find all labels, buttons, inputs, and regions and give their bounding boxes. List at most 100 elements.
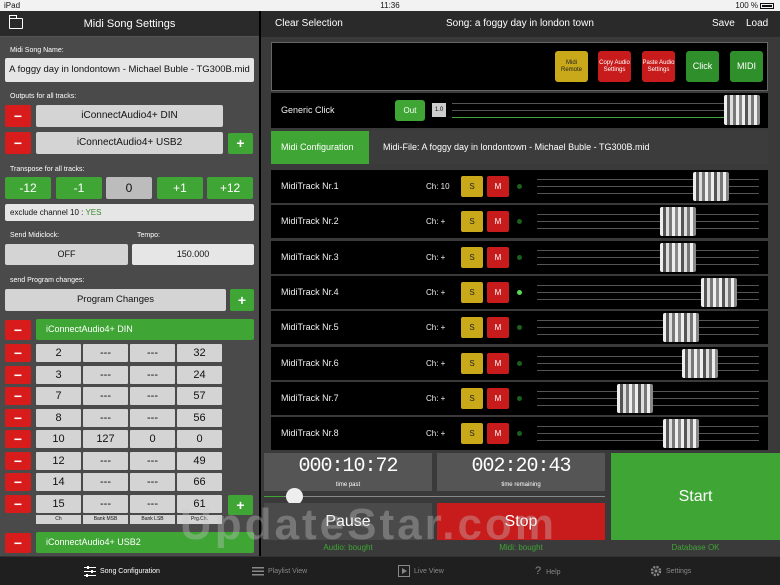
- solo-button[interactable]: S: [461, 246, 483, 268]
- track-volume-slider[interactable]: [537, 242, 759, 272]
- track-volume-thumb[interactable]: [693, 172, 729, 201]
- remove-program-row-button[interactable]: −: [5, 408, 31, 427]
- track-channel[interactable]: Ch: +: [426, 347, 445, 380]
- program-cell[interactable]: 15: [36, 494, 81, 513]
- solo-button[interactable]: S: [461, 176, 483, 197]
- program-cell[interactable]: ---: [83, 408, 128, 427]
- paste-audio-settings-button[interactable]: Paste Audio Settings: [642, 51, 675, 82]
- tab-live-view[interactable]: Live View: [398, 557, 444, 585]
- mute-button[interactable]: M: [487, 211, 509, 233]
- program-cell[interactable]: ---: [83, 473, 128, 491]
- program-cell[interactable]: 3: [36, 365, 81, 384]
- remove-program-row-button[interactable]: −: [5, 451, 31, 470]
- add-output-button[interactable]: +: [228, 133, 253, 154]
- mute-button[interactable]: M: [487, 246, 509, 268]
- tempo-input[interactable]: 150.000: [132, 244, 254, 265]
- device-din[interactable]: iConnectAudio4+ DIN: [36, 319, 254, 340]
- remove-output-button-2[interactable]: −: [5, 132, 31, 154]
- mute-button[interactable]: M: [487, 317, 509, 339]
- mute-button[interactable]: M: [487, 387, 509, 409]
- click-out-button[interactable]: Out: [395, 100, 425, 121]
- program-cell[interactable]: 24: [177, 365, 222, 384]
- program-cell[interactable]: 14: [36, 473, 81, 491]
- solo-button[interactable]: S: [461, 387, 483, 409]
- solo-button[interactable]: S: [461, 211, 483, 233]
- track-channel[interactable]: Ch: +: [426, 382, 445, 415]
- track-channel[interactable]: Ch: 10: [426, 170, 450, 203]
- program-cell[interactable]: 49: [177, 451, 222, 470]
- program-changes-button[interactable]: Program Changes: [5, 289, 226, 311]
- transpose-plus1[interactable]: +1: [157, 177, 203, 199]
- track-channel[interactable]: Ch: +: [426, 311, 445, 344]
- track-volume-slider[interactable]: [537, 419, 759, 449]
- remove-program-row-button[interactable]: −: [5, 387, 31, 405]
- transpose-plus12[interactable]: +12: [207, 177, 253, 199]
- program-cell[interactable]: 66: [177, 473, 222, 491]
- remove-output-button[interactable]: −: [5, 105, 31, 127]
- program-cell[interactable]: ---: [83, 451, 128, 470]
- program-cell[interactable]: 32: [177, 344, 222, 362]
- track-volume-thumb[interactable]: [663, 313, 699, 343]
- click-volume-slider[interactable]: [452, 95, 760, 125]
- exclude-channel-field[interactable]: exclude channel 10 : YES: [5, 204, 254, 221]
- track-volume-slider[interactable]: [537, 172, 759, 201]
- midi-button[interactable]: MIDI: [730, 51, 763, 82]
- midi-remote-button[interactable]: Midi Remote: [555, 51, 588, 82]
- mute-button[interactable]: M: [487, 352, 509, 374]
- track-volume-slider[interactable]: [537, 383, 759, 413]
- tab-playlist-view[interactable]: Playlist View: [252, 557, 307, 585]
- transpose-zero[interactable]: 0: [106, 177, 152, 199]
- program-cell[interactable]: ---: [83, 344, 128, 362]
- program-cell[interactable]: 0: [177, 430, 222, 448]
- add-program-change-button[interactable]: +: [230, 289, 254, 311]
- track-volume-thumb[interactable]: [682, 348, 718, 378]
- remove-program-row-button[interactable]: −: [5, 473, 31, 491]
- start-button[interactable]: Start: [611, 453, 780, 540]
- remove-device-button-2[interactable]: −: [5, 533, 31, 553]
- track-volume-slider[interactable]: [537, 207, 759, 237]
- load-button[interactable]: Load: [746, 11, 768, 37]
- click-volume-thumb[interactable]: [724, 95, 760, 125]
- program-cell[interactable]: 2: [36, 344, 81, 362]
- program-cell[interactable]: 56: [177, 408, 222, 427]
- program-cell[interactable]: ---: [130, 494, 175, 513]
- program-cell[interactable]: ---: [130, 473, 175, 491]
- solo-button[interactable]: S: [461, 317, 483, 339]
- clear-selection-button[interactable]: Clear Selection: [275, 11, 343, 37]
- tab-help[interactable]: ? Help: [535, 557, 561, 585]
- solo-button[interactable]: S: [461, 423, 483, 445]
- program-cell[interactable]: ---: [83, 365, 128, 384]
- program-cell[interactable]: ---: [130, 451, 175, 470]
- song-name-input[interactable]: A foggy day in londontown - Michael Bubl…: [5, 58, 254, 82]
- transpose-minus1[interactable]: -1: [56, 177, 102, 199]
- tab-song-configuration[interactable]: Song Configuration: [84, 557, 160, 585]
- copy-audio-settings-button[interactable]: Copy Audio Settings: [598, 51, 631, 82]
- program-cell[interactable]: 0: [130, 430, 175, 448]
- track-volume-thumb[interactable]: [660, 242, 696, 272]
- track-channel[interactable]: Ch: +: [426, 276, 445, 309]
- track-channel[interactable]: Ch: +: [426, 205, 445, 238]
- program-cell[interactable]: ---: [130, 365, 175, 384]
- track-channel[interactable]: Ch: +: [426, 417, 445, 450]
- remove-program-row-button[interactable]: −: [5, 344, 31, 362]
- click-button[interactable]: Click: [686, 51, 719, 82]
- tab-settings[interactable]: Settings: [650, 557, 691, 585]
- remove-program-row-button[interactable]: −: [5, 494, 31, 513]
- position-slider[interactable]: [264, 488, 605, 505]
- track-volume-slider[interactable]: [537, 313, 759, 343]
- mute-button[interactable]: M: [487, 281, 509, 303]
- track-channel[interactable]: Ch: +: [426, 241, 445, 274]
- program-cell[interactable]: ---: [130, 344, 175, 362]
- transpose-minus12[interactable]: -12: [5, 177, 51, 199]
- program-cell[interactable]: ---: [83, 494, 128, 513]
- remove-program-row-button[interactable]: −: [5, 365, 31, 384]
- remove-device-button[interactable]: −: [5, 320, 31, 340]
- program-cell[interactable]: ---: [130, 408, 175, 427]
- track-volume-thumb[interactable]: [617, 383, 653, 413]
- program-cell[interactable]: 10: [36, 430, 81, 448]
- mute-button[interactable]: M: [487, 423, 509, 445]
- program-cell[interactable]: 7: [36, 387, 81, 405]
- output-din[interactable]: iConnectAudio4+ DIN: [36, 105, 223, 127]
- solo-button[interactable]: S: [461, 352, 483, 374]
- solo-button[interactable]: S: [461, 281, 483, 303]
